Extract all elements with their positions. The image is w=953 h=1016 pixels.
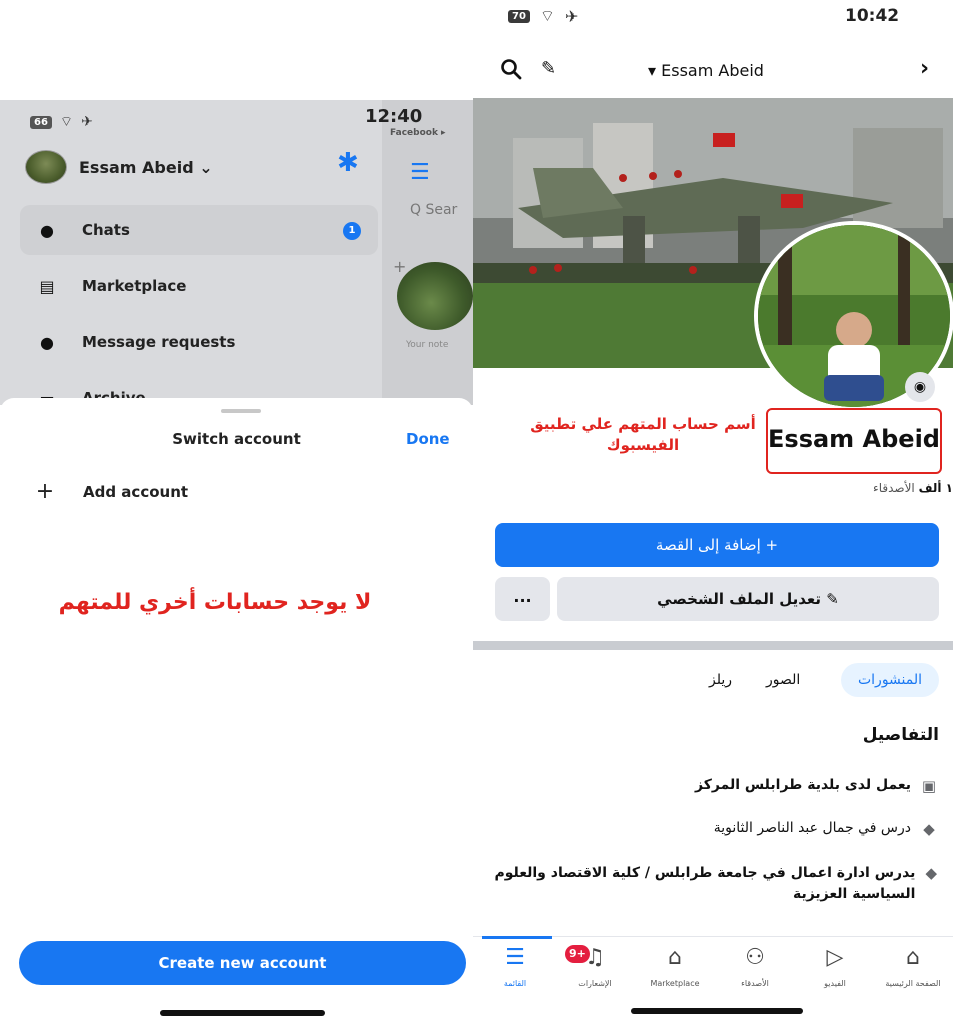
right-status-time: 10:42 [845, 6, 900, 26]
detail-work: ▣ يعمل لدى بلدية طرابلس المركز [695, 777, 939, 795]
search-icon[interactable] [500, 58, 522, 85]
graduation-cap-icon: ◆ [923, 820, 935, 838]
create-new-account-button[interactable]: Create new account [19, 941, 466, 985]
home-icon: ⌂ [906, 945, 920, 970]
note-avatar[interactable] [397, 262, 473, 330]
hamburger-menu-icon: ☰ [505, 945, 525, 970]
add-account-button[interactable]: + Add account [35, 479, 188, 504]
detail-university-text: يدرس ادارة اعمال في جامعة طرابلس / كلية … [494, 865, 916, 902]
menu-item-label: Chats [82, 221, 130, 239]
battery-icon: 70 [508, 9, 530, 23]
store-icon: ⌂ [668, 945, 682, 970]
menu-item-marketplace[interactable]: ▤ Marketplace [34, 266, 374, 306]
search-field[interactable]: Q Sear [410, 202, 457, 218]
nav-marketplace-label: Marketplace [650, 979, 700, 988]
add-to-story-button[interactable]: + إضافة إلى القصة [495, 523, 939, 567]
details-heading: التفاصيل [862, 725, 939, 745]
profile-switcher[interactable]: Essam Abeid ⌄ [25, 150, 213, 184]
section-separator [473, 641, 953, 650]
nav-active-indicator [482, 936, 552, 939]
menu-item-chats[interactable]: ● Chats [34, 210, 374, 250]
your-note-label: Your note [406, 340, 449, 350]
profile-name: Essam Abeid [768, 425, 940, 453]
tab-photos[interactable]: الصور [766, 663, 800, 697]
wifi-icon: ⌔ [539, 6, 555, 25]
airplane-icon: ✈ [81, 114, 93, 130]
home-indicator [631, 1008, 803, 1014]
left-status-bar: 66 ⌔ ✈ [30, 113, 93, 131]
detail-school: ◆ درس في جمال عبد الناصر الثانوية [714, 820, 939, 838]
plus-icon: + [35, 479, 55, 504]
detail-school-text: درس في جمال عبد الناصر الثانوية [713, 820, 911, 836]
nav-marketplace[interactable]: ⌂ Marketplace [635, 945, 715, 988]
battery-icon: 66 [30, 115, 52, 129]
briefcase-icon: ▣ [921, 777, 937, 795]
annotation-no-other-accounts: لا يوجد حسابات أخري للمتهم [58, 590, 372, 615]
more-options-button[interactable]: ... [495, 577, 550, 621]
nav-menu-label: القائمة [503, 979, 527, 988]
video-icon: ▷ [826, 945, 844, 970]
sheet-grabber[interactable] [221, 409, 261, 413]
tab-posts[interactable]: المنشورات [841, 663, 939, 697]
tab-reels[interactable]: ريلز [709, 663, 732, 697]
camera-icon[interactable]: ◉ [905, 372, 935, 402]
chevron-right-icon[interactable]: › [920, 56, 929, 81]
friends-number: ١ ألف [918, 481, 953, 495]
notifications-badge: 9+ [565, 945, 590, 963]
detail-work-text: يعمل لدى بلدية طرابلس المركز [695, 777, 911, 793]
edit-profile-button[interactable]: ✎ تعديل الملف الشخصي [557, 577, 939, 621]
airplane-icon: ✈ [564, 6, 579, 26]
home-indicator [160, 1010, 325, 1016]
graduation-cap-icon: ◆ [925, 864, 937, 882]
nav-home-label: الصفحة الرئيسية [885, 979, 941, 988]
add-account-label: Add account [83, 482, 189, 501]
nav-video-label: الفيديو [824, 979, 846, 988]
chat-bubble-icon: ● [40, 220, 54, 240]
avatar [25, 150, 67, 184]
left-top-blank [0, 0, 473, 100]
friends-count[interactable]: ١ ألف الأصدقاء [873, 481, 953, 495]
nav-video[interactable]: ▷ الفيديو [795, 945, 875, 988]
pencil-icon[interactable]: ✎ [541, 58, 556, 79]
hamburger-menu-icon[interactable]: ☰ [410, 160, 430, 185]
header-profile-title[interactable]: ▾ Essam Abeid [648, 61, 764, 80]
left-status-time: 12:40 [365, 106, 423, 127]
message-requests-icon: ● [40, 332, 54, 352]
annotation-account-name: أسم حساب المتهم علي تطبيق الفيسبوك [530, 415, 756, 454]
nav-friends[interactable]: ⚇ الأصدقاء [715, 945, 795, 988]
wifi-icon: ⌔ [59, 114, 74, 130]
sheet-title: Switch account [172, 430, 301, 448]
detail-university: ◆ يدرس ادارة اعمال في جامعة طرابلس / كلي… [489, 863, 939, 905]
menu-item-message-requests[interactable]: ● Message requests [34, 322, 374, 362]
back-to-facebook-link[interactable]: Facebook ▸ [390, 128, 446, 138]
friends-label: الأصدقاء [873, 481, 915, 495]
chats-badge: 1 [343, 222, 361, 240]
nav-friends-label: الأصدقاء [741, 979, 769, 988]
right-status-bar: 70 ⌔ ✈ [508, 6, 578, 26]
menu-item-label: Message requests [82, 333, 236, 351]
menu-item-label: Marketplace [82, 277, 187, 295]
add-note-icon[interactable]: + [393, 257, 406, 276]
nav-menu[interactable]: ☰ القائمة [475, 945, 555, 988]
friends-icon: ⚇ [745, 945, 765, 970]
messenger-background-strip [382, 100, 473, 405]
right-screenshot: 70 ⌔ ✈ 10:42 ✎ ▾ Essam Abeid › ◉ أسم حسا… [473, 0, 953, 1016]
left-screenshot: 66 ⌔ ✈ 12:40 Essam Abeid ⌄ ✱ ● Chats 1 ▤… [0, 0, 473, 1016]
done-button[interactable]: Done [406, 430, 450, 448]
store-icon: ▤ [39, 276, 55, 296]
gear-icon[interactable]: ✱ [337, 150, 359, 176]
nav-home[interactable]: ⌂ الصفحة الرئيسية [873, 945, 953, 988]
profile-name: Essam Abeid ⌄ [79, 157, 213, 177]
nav-notifications-label: الإشعارات [578, 979, 612, 988]
